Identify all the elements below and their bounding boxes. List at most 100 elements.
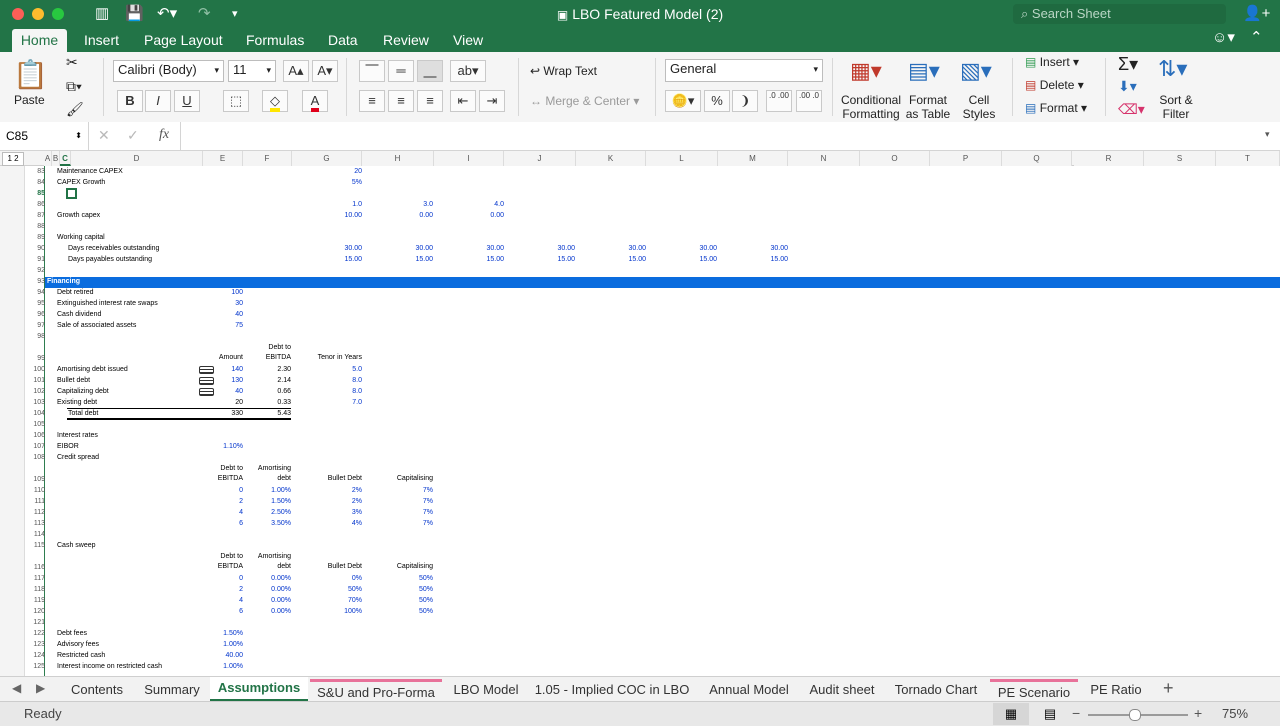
cell-e104[interactable]: 330 xyxy=(231,410,243,417)
column-header-o[interactable]: O xyxy=(860,151,930,166)
column-header-f[interactable]: F xyxy=(243,151,292,166)
confirm-entry-icon[interactable]: ✓ xyxy=(127,127,139,144)
cell-f109[interactable]: Amortising xyxy=(258,465,291,472)
paste-icon[interactable]: 📋 xyxy=(13,58,48,91)
name-box[interactable]: C85 ⬍ xyxy=(6,127,84,145)
decrease-font-size-button[interactable]: A▾ xyxy=(312,60,338,82)
cell-d125[interactable]: Interest income on restricted cash xyxy=(57,663,162,670)
cell-d122[interactable]: Debt fees xyxy=(57,630,87,637)
sheet-tab-summary[interactable]: Summary xyxy=(140,679,204,701)
cell-h86[interactable]: 3.0 xyxy=(423,201,433,208)
cell-d102[interactable]: Capitalizing debt xyxy=(57,388,109,395)
row-header[interactable]: 91 xyxy=(25,256,45,263)
cell-g112[interactable]: 3% xyxy=(352,509,362,516)
cell-f100[interactable]: 2.30 xyxy=(277,366,291,373)
row-header[interactable]: 94 xyxy=(25,289,45,296)
zoom-out-icon[interactable]: − xyxy=(1072,705,1080,721)
cell-e116[interactable]: Debt to xyxy=(220,553,243,560)
cell-l90[interactable]: 30.00 xyxy=(699,245,717,252)
cell-f111[interactable]: 1.50% xyxy=(271,498,291,505)
row-header[interactable]: 117 xyxy=(25,575,45,582)
cell-e97[interactable]: 75 xyxy=(235,322,243,329)
page-layout-view-icon[interactable]: ▤ xyxy=(1038,703,1062,725)
decrease-indent-button[interactable]: ⇤ xyxy=(450,90,476,112)
cell-d89[interactable]: Working capital xyxy=(57,234,105,241)
row-header[interactable]: 120 xyxy=(25,608,45,615)
row-header[interactable]: 102 xyxy=(25,388,45,395)
cell-h90[interactable]: 30.00 xyxy=(415,245,433,252)
align-right-button[interactable]: ≡ xyxy=(417,90,443,112)
column-header-e[interactable]: E xyxy=(203,151,243,166)
cell-d94[interactable]: Debt retired xyxy=(57,289,94,296)
outline-level-buttons[interactable]: 1 2 xyxy=(2,152,24,166)
cell-g101[interactable]: 8.0 xyxy=(352,377,362,384)
row-header[interactable]: 118 xyxy=(25,586,45,593)
cell-e120[interactable]: 6 xyxy=(239,608,243,615)
cell-g90[interactable]: 30.00 xyxy=(344,245,362,252)
cell-f113[interactable]: 3.50% xyxy=(271,520,291,527)
zoom-in-icon[interactable]: + xyxy=(1194,705,1202,721)
font-name-select[interactable]: Calibri (Body) ▾ xyxy=(113,60,224,82)
cell-i90[interactable]: 30.00 xyxy=(486,245,504,252)
spin-control-icon[interactable] xyxy=(199,366,214,374)
row-header[interactable]: 115 xyxy=(25,542,45,549)
cell-h113[interactable]: 7% xyxy=(423,520,433,527)
column-header-d[interactable]: D xyxy=(71,151,203,166)
cell-g84[interactable]: 5% xyxy=(352,179,362,186)
cell-g102[interactable]: 8.0 xyxy=(352,388,362,395)
cell-e118[interactable]: 2 xyxy=(239,586,243,593)
row-header[interactable]: 110 xyxy=(25,487,45,494)
cell-e116[interactable]: EBITDA xyxy=(218,563,243,570)
cell-d106[interactable]: Interest rates xyxy=(57,432,98,439)
column-header-p[interactable]: P xyxy=(930,151,1002,166)
row-header[interactable]: 90 xyxy=(25,245,45,252)
cell-e95[interactable]: 30 xyxy=(235,300,243,307)
row-header[interactable]: 119 xyxy=(25,597,45,604)
column-header-n[interactable]: N xyxy=(788,151,860,166)
row-header[interactable]: 109 xyxy=(25,476,45,483)
cell-g113[interactable]: 4% xyxy=(352,520,362,527)
column-header-b[interactable]: B xyxy=(52,151,60,166)
spin-control-icon[interactable] xyxy=(199,388,214,396)
cell-m90[interactable]: 30.00 xyxy=(770,245,788,252)
row-header[interactable]: 116 xyxy=(25,564,45,571)
cell-f99[interactable]: Debt to xyxy=(268,344,291,351)
sheet-tab-audit-sheet[interactable]: Audit sheet xyxy=(801,679,883,701)
cell-e111[interactable]: 2 xyxy=(239,498,243,505)
cell-h118[interactable]: 50% xyxy=(419,586,433,593)
insert-cells-button[interactable]: ▤ Insert ▾ xyxy=(1025,55,1079,69)
cell-d103[interactable]: Existing debt xyxy=(57,399,97,406)
delete-cells-button[interactable]: ▤ Delete ▾ xyxy=(1025,78,1084,92)
row-header[interactable]: 84 xyxy=(25,179,45,186)
cell-d87[interactable]: Growth capex xyxy=(57,212,100,219)
sort-filter-icon[interactable]: ⇅▾ xyxy=(1158,56,1187,82)
cell-f99[interactable]: EBITDA xyxy=(266,354,291,361)
row-header[interactable]: 104 xyxy=(25,410,45,417)
cell-g103[interactable]: 7.0 xyxy=(352,399,362,406)
cell-e107[interactable]: 1.10% xyxy=(223,443,243,450)
sheet-tab-pe-ratio[interactable]: PE Ratio xyxy=(1081,679,1151,701)
cell-f120[interactable]: 0.00% xyxy=(271,608,291,615)
cell-f101[interactable]: 2.14 xyxy=(277,377,291,384)
cell-h87[interactable]: 0.00 xyxy=(419,212,433,219)
merge-center-button[interactable]: ↔ Merge & Center ▾ xyxy=(530,94,639,108)
clear-icon[interactable]: ⌫▾ xyxy=(1118,101,1145,118)
row-header[interactable]: 106 xyxy=(25,432,45,439)
sheet-tab-contents[interactable]: Contents xyxy=(68,679,126,701)
cell-e101[interactable]: 130 xyxy=(231,377,243,384)
row-header[interactable]: 111 xyxy=(25,498,45,505)
align-middle-button[interactable]: ═ xyxy=(388,60,414,82)
percent-style-button[interactable]: % xyxy=(704,90,730,112)
fill-icon[interactable]: ⬇▾ xyxy=(1118,78,1137,95)
cell-h111[interactable]: 7% xyxy=(423,498,433,505)
fill-color-button[interactable]: ◇ xyxy=(262,90,288,112)
cell-e117[interactable]: 0 xyxy=(239,575,243,582)
cell-f117[interactable]: 0.00% xyxy=(271,575,291,582)
cell-j91[interactable]: 15.00 xyxy=(557,256,575,263)
cell-g100[interactable]: 5.0 xyxy=(352,366,362,373)
cell-g110[interactable]: 2% xyxy=(352,487,362,494)
cell-d95[interactable]: Extinguished interest rate swaps xyxy=(57,300,158,307)
column-header-a[interactable]: A xyxy=(44,151,52,166)
sheet-tab-1-05-implied-coc-in-lbo[interactable]: 1.05 - Implied COC in LBO xyxy=(530,679,694,701)
row-header[interactable]: 95 xyxy=(25,300,45,307)
